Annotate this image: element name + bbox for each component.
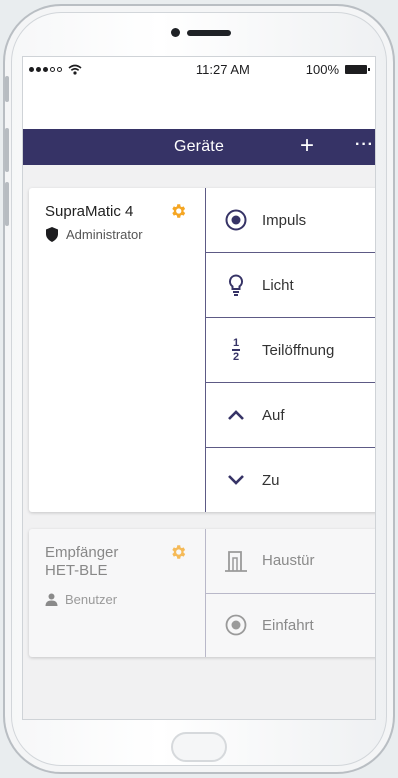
gear-icon[interactable] bbox=[169, 543, 187, 561]
action-impuls[interactable]: Impuls bbox=[206, 188, 375, 253]
door-icon bbox=[224, 549, 248, 573]
mute-switch bbox=[5, 76, 9, 102]
action-label: Teilöffnung bbox=[262, 341, 335, 359]
radio-target-icon bbox=[224, 208, 248, 232]
chevron-down-icon bbox=[224, 468, 248, 492]
device-card-supramatic: SupraMatic 4 Administrator Impuls Licht … bbox=[29, 188, 375, 512]
half-fraction-icon: 12 bbox=[224, 338, 248, 362]
battery-percent: 100% bbox=[305, 61, 339, 77]
action-label: Einfahrt bbox=[262, 616, 314, 634]
signal-icon bbox=[29, 66, 62, 72]
action-label: Licht bbox=[262, 276, 294, 294]
header-spacer bbox=[23, 81, 375, 129]
navigation-bar: Geräte + ··· bbox=[23, 129, 375, 165]
user-icon bbox=[45, 593, 58, 606]
action-zu[interactable]: Zu bbox=[206, 448, 375, 512]
status-time: 11:27 AM bbox=[195, 61, 250, 77]
more-menu-button[interactable]: ··· bbox=[355, 137, 374, 153]
device-actions: Haustür Einfahrt bbox=[206, 529, 375, 658]
shield-icon bbox=[46, 227, 58, 242]
fraction-denominator: 2 bbox=[232, 350, 240, 363]
device-info[interactable]: Empfänger HET-BLE Benutzer bbox=[29, 529, 206, 657]
front-camera bbox=[171, 28, 180, 37]
battery-icon bbox=[345, 64, 370, 74]
fraction-numerator: 1 bbox=[232, 337, 240, 350]
radio-target-icon bbox=[224, 613, 248, 637]
volume-down-button bbox=[5, 182, 9, 226]
action-haustuer[interactable]: Haustür bbox=[206, 529, 375, 594]
device-card-empfaenger: Empfänger HET-BLE Benutzer Haustür Einfa… bbox=[29, 529, 375, 658]
device-info[interactable]: SupraMatic 4 Administrator bbox=[29, 188, 206, 512]
device-role: Benutzer bbox=[65, 592, 118, 607]
lightbulb-icon bbox=[224, 273, 248, 297]
phone-screen: 11:27 AM 100% Geräte + ··· SupraMatic 4 … bbox=[22, 56, 376, 720]
chevron-up-icon bbox=[224, 403, 248, 427]
action-label: Zu bbox=[262, 471, 280, 489]
action-auf[interactable]: Auf bbox=[206, 383, 375, 448]
device-name-line2: HET-BLE bbox=[45, 562, 108, 579]
speaker-grille bbox=[187, 30, 231, 36]
volume-up-button bbox=[5, 128, 9, 172]
home-button bbox=[171, 732, 227, 762]
wifi-icon bbox=[68, 64, 82, 75]
status-bar: 11:27 AM 100% bbox=[23, 57, 375, 81]
device-actions: Impuls Licht 12 Teilöffnung Auf Zu bbox=[206, 188, 375, 512]
action-licht[interactable]: Licht bbox=[206, 253, 375, 318]
gear-icon[interactable] bbox=[169, 202, 187, 220]
page-title: Geräte bbox=[173, 138, 225, 155]
add-device-button[interactable]: + bbox=[300, 132, 314, 160]
action-einfahrt[interactable]: Einfahrt bbox=[206, 594, 375, 658]
action-label: Haustür bbox=[262, 552, 315, 570]
action-label: Impuls bbox=[262, 211, 307, 229]
action-teiloeffnung[interactable]: 12 Teilöffnung bbox=[206, 318, 375, 383]
device-role: Administrator bbox=[66, 227, 143, 242]
action-label: Auf bbox=[262, 406, 285, 424]
